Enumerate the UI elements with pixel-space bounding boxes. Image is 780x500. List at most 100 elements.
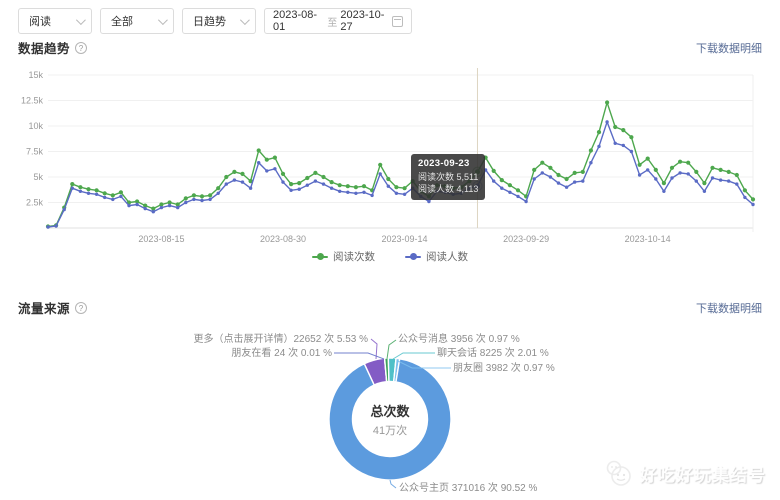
data-point[interactable] (152, 210, 155, 213)
data-point[interactable] (394, 185, 398, 189)
data-point[interactable] (273, 167, 276, 170)
data-point[interactable] (306, 184, 309, 187)
data-point[interactable] (289, 189, 292, 192)
data-point[interactable] (241, 180, 244, 183)
data-point[interactable] (200, 194, 204, 198)
data-point[interactable] (103, 196, 106, 199)
data-point[interactable] (78, 185, 82, 189)
data-point[interactable] (735, 173, 739, 177)
data-point[interactable] (217, 192, 220, 195)
data-point[interactable] (614, 142, 617, 145)
data-point[interactable] (338, 183, 342, 187)
data-point[interactable] (492, 179, 495, 182)
data-point[interactable] (354, 192, 357, 195)
data-point[interactable] (403, 193, 406, 196)
data-point[interactable] (638, 173, 641, 176)
data-point[interactable] (427, 194, 431, 198)
data-point[interactable] (70, 182, 74, 186)
data-point[interactable] (281, 172, 285, 176)
data-point[interactable] (573, 180, 576, 183)
metric-select[interactable]: 阅读 (18, 8, 92, 34)
data-point[interactable] (322, 182, 325, 185)
data-point[interactable] (346, 184, 350, 188)
data-point[interactable] (460, 192, 463, 195)
data-point[interactable] (727, 170, 731, 174)
data-point[interactable] (160, 206, 163, 209)
data-point[interactable] (751, 203, 754, 206)
data-point[interactable] (354, 185, 358, 189)
data-point[interactable] (111, 193, 115, 197)
data-point[interactable] (184, 201, 187, 204)
data-point[interactable] (144, 207, 147, 210)
data-point[interactable] (711, 176, 714, 179)
data-point[interactable] (192, 198, 195, 201)
data-point[interactable] (378, 163, 382, 167)
data-point[interactable] (443, 184, 447, 188)
data-point[interactable] (135, 203, 138, 206)
data-point[interactable] (548, 166, 552, 170)
data-point[interactable] (621, 128, 625, 132)
data-point[interactable] (297, 181, 301, 185)
data-point[interactable] (622, 144, 625, 147)
data-point[interactable] (605, 120, 608, 123)
data-point[interactable] (573, 171, 577, 175)
data-point[interactable] (127, 204, 130, 207)
data-point[interactable] (321, 175, 325, 179)
data-point[interactable] (702, 181, 706, 185)
data-point[interactable] (670, 176, 673, 179)
data-point[interactable] (467, 179, 471, 183)
data-point[interactable] (581, 170, 585, 174)
data-point[interactable] (719, 178, 722, 181)
data-point[interactable] (71, 187, 74, 190)
help-icon[interactable]: ? (75, 42, 87, 54)
data-point[interactable] (508, 191, 511, 194)
data-point[interactable] (54, 224, 57, 227)
data-point[interactable] (581, 179, 584, 182)
data-point[interactable] (565, 186, 568, 189)
data-point[interactable] (249, 187, 252, 190)
data-point[interactable] (597, 130, 601, 134)
data-point[interactable] (735, 182, 738, 185)
data-point[interactable] (687, 172, 690, 175)
data-point[interactable] (403, 186, 407, 190)
data-point[interactable] (646, 157, 650, 161)
data-point[interactable] (111, 198, 114, 201)
data-point[interactable] (459, 185, 463, 189)
data-point[interactable] (670, 166, 674, 170)
data-point[interactable] (662, 181, 666, 185)
data-point[interactable] (686, 161, 690, 165)
data-point[interactable] (541, 171, 544, 174)
data-point[interactable] (500, 178, 504, 182)
data-point[interactable] (605, 100, 609, 104)
data-point[interactable] (411, 187, 414, 190)
data-point[interactable] (662, 190, 665, 193)
data-point[interactable] (654, 177, 657, 180)
data-point[interactable] (289, 182, 293, 186)
data-point[interactable] (168, 204, 171, 207)
data-point[interactable] (443, 191, 446, 194)
data-point[interactable] (710, 166, 714, 170)
data-point[interactable] (524, 200, 527, 203)
data-point[interactable] (556, 173, 560, 177)
data-point[interactable] (654, 168, 658, 172)
data-point[interactable] (62, 208, 65, 211)
trend-chart[interactable]: 2.5k5k7.5k10k12.5k15k2023-08-152023-08-3… (0, 60, 780, 250)
data-point[interactable] (95, 188, 99, 192)
data-point[interactable] (395, 192, 398, 195)
data-point[interactable] (46, 225, 49, 228)
data-point[interactable] (727, 179, 730, 182)
data-point[interactable] (119, 190, 123, 194)
legend-item[interactable]: 阅读人数 (405, 249, 468, 264)
scope-select[interactable]: 全部 (100, 8, 174, 34)
data-point[interactable] (103, 191, 107, 195)
data-point[interactable] (435, 183, 439, 187)
data-point[interactable] (200, 199, 203, 202)
data-point[interactable] (452, 193, 455, 196)
data-point[interactable] (232, 170, 236, 174)
source-download-link[interactable]: 下载数据明细 (696, 300, 762, 316)
data-point[interactable] (427, 200, 430, 203)
data-point[interactable] (265, 169, 268, 172)
data-point[interactable] (516, 188, 520, 192)
data-point[interactable] (565, 177, 569, 181)
data-point[interactable] (387, 185, 390, 188)
